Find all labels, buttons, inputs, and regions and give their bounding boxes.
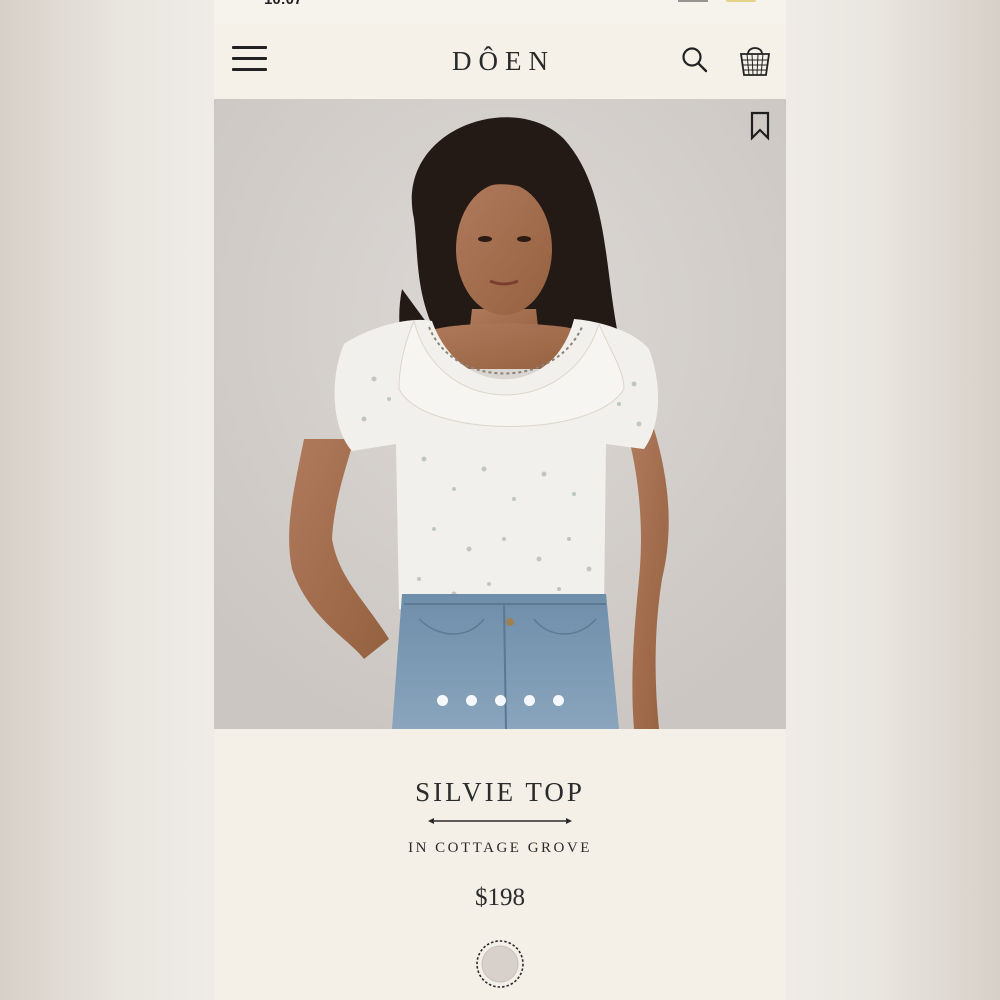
bookmark-icon[interactable] (749, 111, 771, 141)
site-header: DÔEN (214, 24, 786, 99)
gallery-dot[interactable] (465, 695, 477, 706)
model-photo (214, 99, 786, 729)
product-image[interactable] (214, 99, 786, 729)
print-swatch-icon[interactable] (475, 939, 525, 989)
status-time: 10:07 (264, 0, 302, 8)
gallery-pagination (214, 695, 786, 706)
phone-screen: 10:07 DÔEN (214, 0, 786, 1000)
gallery-dot[interactable] (552, 695, 564, 706)
gallery-dot[interactable] (494, 695, 506, 706)
product-info: SILVIE TOP IN COTTAGE GROVE $198 (214, 729, 786, 1000)
product-title: SILVIE TOP (415, 777, 585, 807)
status-bar: 10:07 (214, 0, 786, 24)
gallery-dot[interactable] (436, 695, 448, 706)
title-divider-ornament (428, 818, 572, 824)
battery-icon (726, 0, 756, 2)
gallery-dot[interactable] (523, 695, 535, 706)
search-icon[interactable] (681, 46, 709, 74)
product-price: $198 (475, 884, 525, 911)
product-subtitle: IN COTTAGE GROVE (408, 840, 592, 856)
signal-icon (678, 0, 708, 2)
basket-bag-icon[interactable] (738, 42, 772, 78)
